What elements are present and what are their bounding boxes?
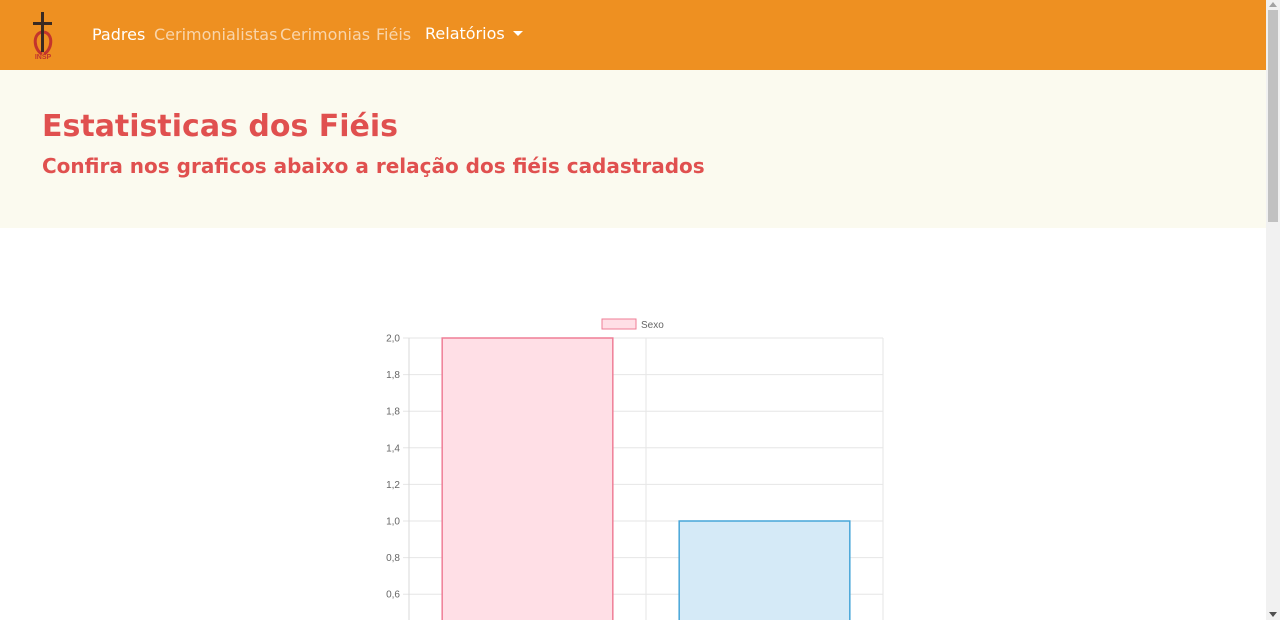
y-tick-label: 2,0 xyxy=(386,334,400,345)
legend-label: Sexo xyxy=(641,320,664,331)
y-tick-label: 1,8 xyxy=(386,370,400,381)
scrollbar[interactable] xyxy=(1266,0,1280,620)
y-tick-label: 1,4 xyxy=(386,443,400,454)
y-tick-label: 0,6 xyxy=(386,590,400,601)
scroll-thumb[interactable] xyxy=(1268,10,1278,222)
y-tick-label: 1,0 xyxy=(386,517,400,528)
y-tick-label: 1,8 xyxy=(386,407,400,418)
y-tick-label: 0,8 xyxy=(386,553,400,564)
y-tick-label: 1,2 xyxy=(386,480,400,491)
bar-2 xyxy=(678,520,851,620)
scroll-up-icon[interactable] xyxy=(1269,2,1277,7)
legend-swatch xyxy=(601,318,637,330)
bar-chart: 2,0 1,8 1,8 1,4 1,2 1,0 0,8 0,6 Sexo xyxy=(386,318,884,620)
bar-1 xyxy=(441,337,614,620)
scroll-down-icon[interactable] xyxy=(1269,612,1277,617)
